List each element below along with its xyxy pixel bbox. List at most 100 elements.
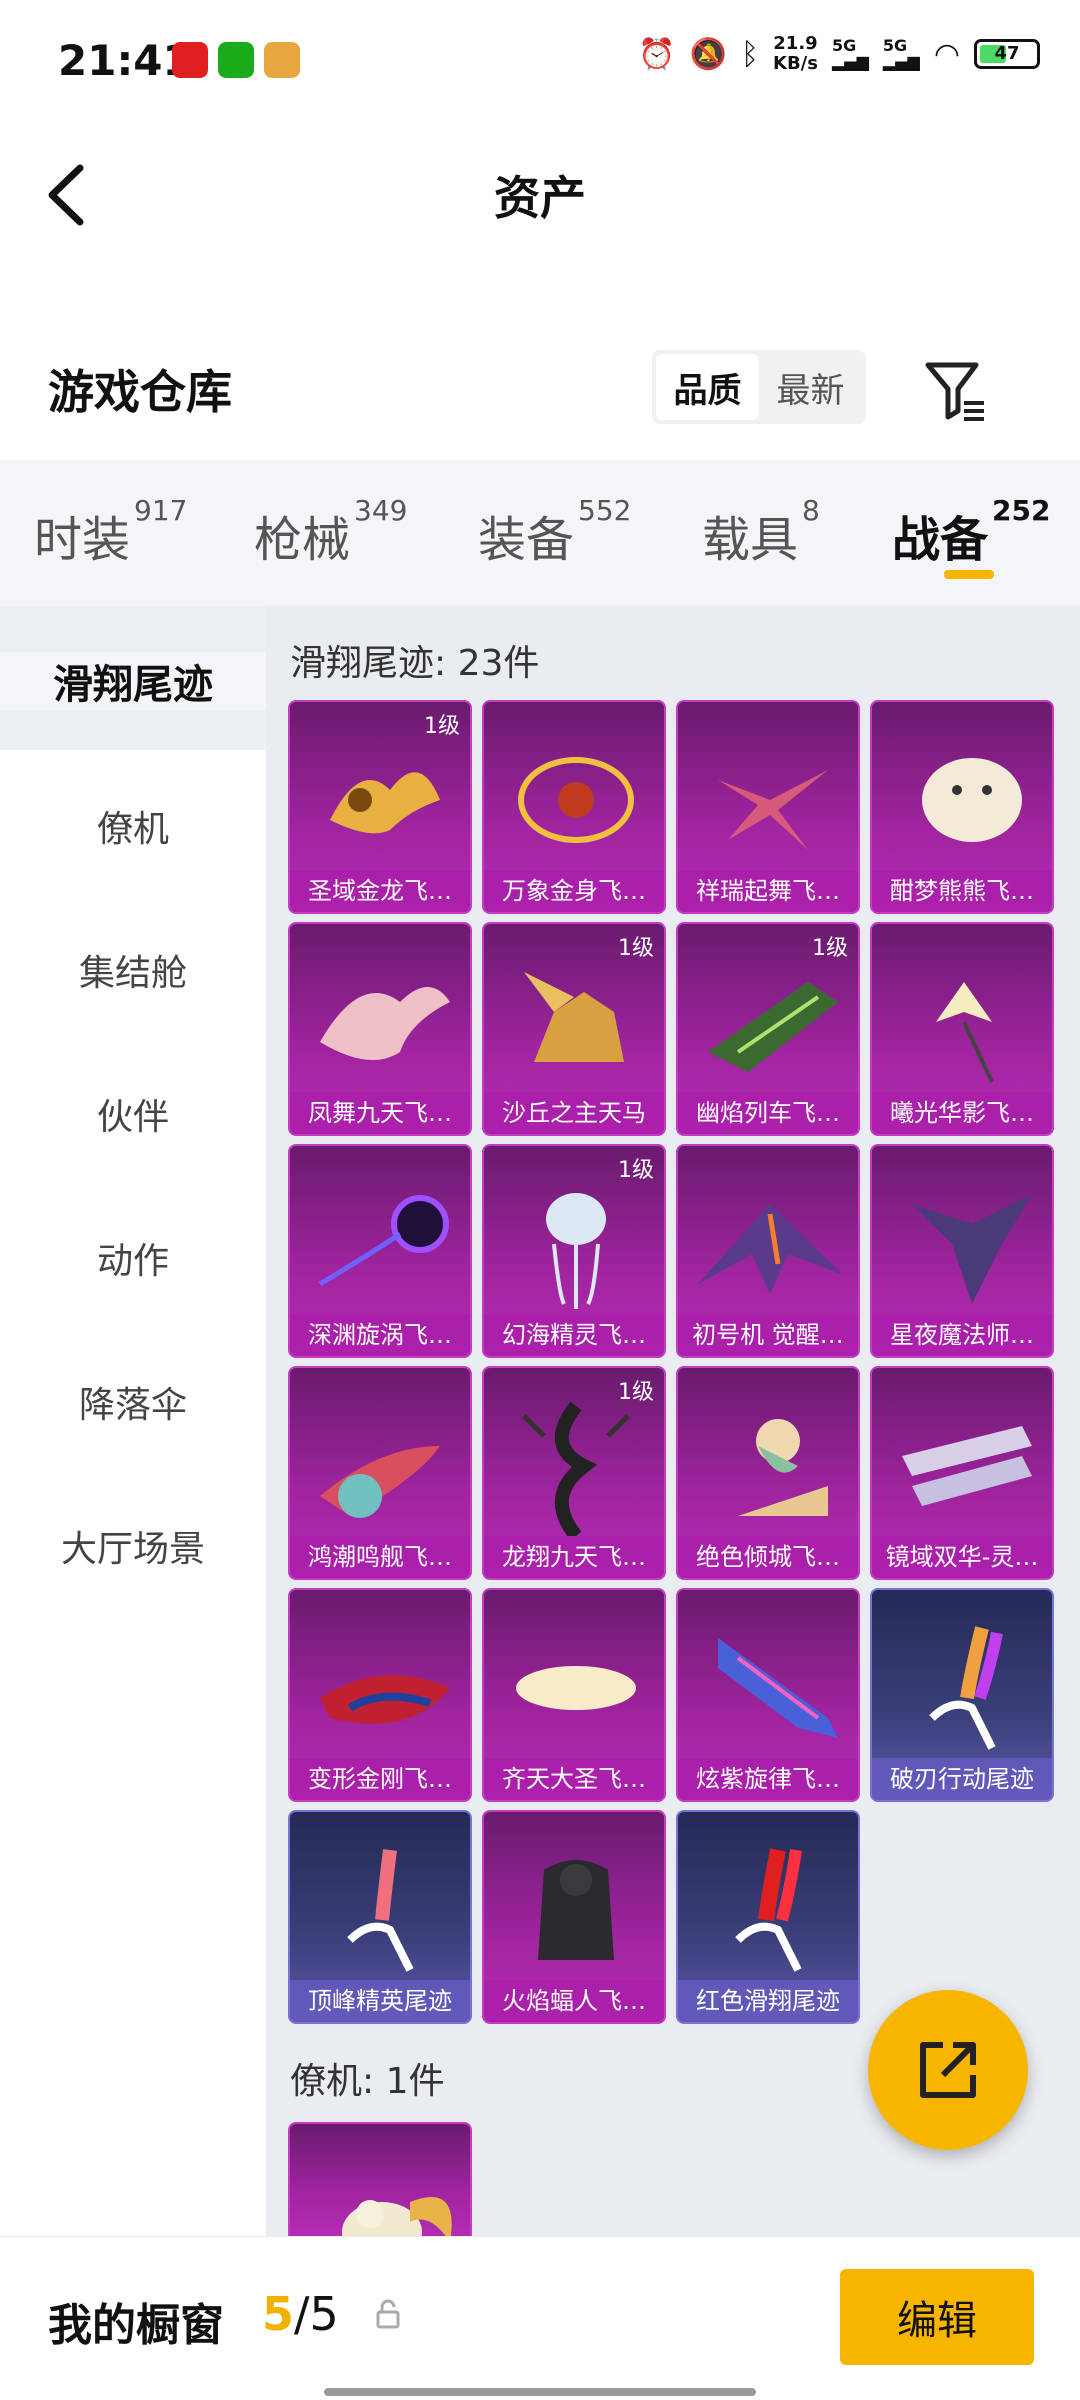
netease-music-icon xyxy=(172,42,208,78)
item-art-icon xyxy=(320,1446,440,1518)
item-name: 火焰蝠人飞… xyxy=(484,1980,664,2022)
item-art-icon xyxy=(538,1860,614,1960)
item-art-icon xyxy=(718,1638,838,1738)
item-art-icon xyxy=(320,1675,450,1724)
wingman-art-icon xyxy=(342,2197,452,2236)
item-art-icon xyxy=(922,758,1022,842)
item-card[interactable]: 齐天大圣飞… xyxy=(482,1588,666,1802)
item-art-icon xyxy=(902,1426,1032,1506)
tab-fashion[interactable]: 时装917 xyxy=(34,494,187,570)
item-card[interactable]: 火焰蝠人飞… xyxy=(482,1810,666,2024)
section-title-glide-trail: 滑翔尾迹: 23件 xyxy=(290,643,540,684)
tab-equipment[interactable]: 装备552 xyxy=(478,494,631,570)
item-name: 齐天大圣飞… xyxy=(484,1758,664,1800)
item-card[interactable]: 镜域双华-灵… xyxy=(870,1366,1054,1580)
item-name: 凤舞九天飞… xyxy=(290,1092,470,1134)
item-card[interactable]: 顶峰精英尾迹 xyxy=(288,1810,472,2024)
item-art-icon xyxy=(522,1401,630,1536)
sort-newest-button[interactable]: 最新 xyxy=(759,354,862,420)
item-name: 万象金身飞… xyxy=(484,870,664,912)
item-level: 1级 xyxy=(618,1158,654,1183)
signal-icon-2: 5G ▂▄▆ xyxy=(882,36,920,71)
item-art-icon xyxy=(912,1194,1032,1304)
mute-icon: 🔕 xyxy=(689,36,727,72)
sidebar-item-glide-trail[interactable]: 滑翔尾迹 xyxy=(0,652,266,710)
item-name: 鸿潮鸣舰飞… xyxy=(290,1536,470,1578)
sidebar-item-parachute[interactable]: 降落伞 xyxy=(0,1376,266,1428)
bluetooth-icon: ᛒ xyxy=(741,36,759,72)
item-art-icon xyxy=(518,757,634,843)
item-level: 1级 xyxy=(618,936,654,961)
sort-quality-button[interactable]: 品质 xyxy=(656,354,759,420)
wingman-card[interactable] xyxy=(288,2122,472,2236)
section-title-wingman: 僚机: 1件 xyxy=(290,2061,445,2102)
item-card[interactable]: 绝色倾城飞… xyxy=(676,1366,860,1580)
warehouse-title: 游戏仓库 xyxy=(48,365,232,419)
item-card[interactable]: 酣梦熊熊飞… xyxy=(870,700,1054,914)
share-external-icon xyxy=(920,2042,976,2098)
item-card[interactable]: 炫紫旋律飞… xyxy=(676,1588,860,1802)
item-name: 幽焰列车飞… xyxy=(678,1092,858,1134)
item-card[interactable]: 凤舞九天飞… xyxy=(288,922,472,1136)
item-card[interactable]: 1级 龙翔九天飞… xyxy=(482,1366,666,1580)
item-name: 顶峰精英尾迹 xyxy=(290,1980,470,2022)
active-tab-indicator xyxy=(944,570,994,579)
alarm-icon: ⏰ xyxy=(638,36,676,72)
item-name: 星夜魔法师… xyxy=(872,1314,1052,1356)
sidebar-item-lobby-scene[interactable]: 大厅场景 xyxy=(0,1520,266,1572)
item-name: 酣梦熊熊飞… xyxy=(872,870,1052,912)
edit-button[interactable]: 编辑 xyxy=(840,2269,1034,2365)
tab-vehicles[interactable]: 载具8 xyxy=(702,494,820,570)
item-card[interactable]: 初号机 觉醒… xyxy=(676,1144,860,1358)
tab-guns[interactable]: 枪械349 xyxy=(254,494,407,570)
item-art-icon xyxy=(318,1195,449,1287)
item-art-icon xyxy=(708,982,838,1072)
item-card[interactable]: 1级幽焰列车飞… xyxy=(676,922,860,1136)
tab-battle-gear[interactable]: 战备252 xyxy=(892,494,1050,570)
item-card[interactable]: 1级 幻海精灵飞… xyxy=(482,1144,666,1358)
item-card[interactable]: 破刃行动尾迹 xyxy=(870,1588,1054,1802)
item-art-icon xyxy=(320,987,450,1060)
item-card[interactable]: 红色滑翔尾迹 xyxy=(676,1810,860,2024)
item-card[interactable]: 变形金刚飞… xyxy=(288,1588,472,1802)
item-art-icon xyxy=(929,1626,1003,1750)
showcase-label: 我的橱窗 xyxy=(48,2300,224,2351)
sidebar-item-wingman[interactable]: 僚机 xyxy=(0,800,266,852)
game-app-icon xyxy=(264,42,300,78)
item-level: 1级 xyxy=(812,936,848,961)
item-name: 圣域金龙飞… xyxy=(290,870,470,912)
battery-icon: 47 xyxy=(974,39,1040,69)
wechat-icon xyxy=(218,42,254,78)
item-card[interactable]: 万象金身飞… xyxy=(482,700,666,914)
status-bar: 21:41 ⏰ 🔕 ᛒ 21.9 KB/s 5G ▂▄▆ 5G ▂▄▆ ◠ 47 xyxy=(0,0,1080,120)
sidebar-item-partner[interactable]: 伙伴 xyxy=(0,1088,266,1140)
item-art-icon xyxy=(738,1419,828,1516)
bottom-bar: 我的橱窗 5/5 编辑 xyxy=(0,2236,1080,2400)
item-art-icon xyxy=(718,770,828,850)
item-art-icon xyxy=(347,1849,414,1972)
share-fab-button[interactable] xyxy=(868,1990,1028,2150)
home-indicator xyxy=(324,2388,756,2396)
app-header: 资产 xyxy=(0,120,1080,260)
item-art-icon xyxy=(735,1848,802,1972)
signal-icon-1: 5G ▂▄▆ xyxy=(831,36,869,71)
filter-icon[interactable] xyxy=(920,355,990,425)
item-name: 曦光华影飞… xyxy=(872,1092,1052,1134)
item-name: 龙翔九天飞… xyxy=(484,1536,664,1578)
item-card[interactable]: 曦光华影飞… xyxy=(870,922,1054,1136)
item-card[interactable]: 鸿潮鸣舰飞… xyxy=(288,1366,472,1580)
sidebar-item-emote[interactable]: 动作 xyxy=(0,1232,266,1284)
item-card[interactable]: 祥瑞起舞飞… xyxy=(676,700,860,914)
item-name: 绝色倾城飞… xyxy=(678,1536,858,1578)
item-name: 变形金刚飞… xyxy=(290,1758,470,1800)
item-card[interactable]: 星夜魔法师… xyxy=(870,1144,1054,1358)
item-card[interactable]: 深渊旋涡飞… xyxy=(288,1144,472,1358)
sidebar-item-assembly-pod[interactable]: 集结舱 xyxy=(0,944,266,996)
lock-icon xyxy=(376,2299,400,2329)
item-card[interactable]: 1级 圣域金龙飞… xyxy=(288,700,472,914)
category-tabs: 时装917 枪械349 装备552 载具8 战备252 xyxy=(0,460,1080,606)
item-name: 红色滑翔尾迹 xyxy=(678,1980,858,2022)
item-card[interactable]: 1级 沙丘之主天马 xyxy=(482,922,666,1136)
item-art-icon xyxy=(546,1193,606,1309)
item-name: 炫紫旋律飞… xyxy=(678,1758,858,1800)
